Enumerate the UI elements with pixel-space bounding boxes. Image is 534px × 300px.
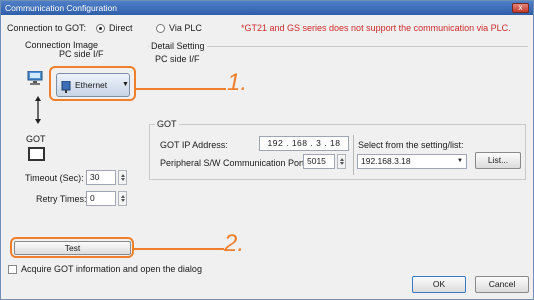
ip-part-4: 18: [330, 138, 341, 148]
via-plc-radio[interactable]: [156, 24, 165, 33]
acquire-label[interactable]: Acquire GOT information and open the dia…: [21, 264, 202, 274]
callout-box-ethernet: [49, 66, 136, 101]
timeout-spinner[interactable]: [118, 170, 127, 185]
communication-configuration-dialog: Communication Configuration x Connection…: [0, 0, 534, 300]
ip-select-value: 192.168.3.18: [361, 156, 411, 166]
acquire-checkbox[interactable]: [8, 265, 17, 274]
got-group: [149, 124, 526, 180]
pc-icon: [27, 70, 45, 85]
title-bar: Communication Configuration x: [1, 1, 533, 15]
cancel-button[interactable]: Cancel: [475, 276, 529, 293]
ip-dot: .: [324, 138, 328, 148]
port-spinner[interactable]: [337, 154, 346, 169]
direct-radio[interactable]: [96, 24, 105, 33]
port-input[interactable]: 5015: [303, 154, 335, 169]
callout-box-test: [10, 237, 134, 258]
ip-part-1: 192: [267, 138, 284, 148]
chevron-down-icon: ▼: [457, 158, 463, 164]
close-button[interactable]: x: [512, 3, 529, 13]
timeout-input[interactable]: 30: [86, 170, 116, 185]
callout-line-1: [136, 88, 226, 90]
connection-to-got-label: Connection to GOT:: [7, 23, 87, 33]
got-ip-input[interactable]: 192 . 168 . 3 . 18: [259, 136, 349, 151]
got-image-label: GOT: [26, 134, 46, 144]
detail-setting-label: Detail Setting: [149, 41, 207, 51]
timeout-label: Timeout (Sec):: [25, 173, 84, 183]
got-ip-label: GOT IP Address:: [160, 140, 228, 150]
list-button[interactable]: List...: [475, 152, 521, 169]
detail-pc-side-label: PC side I/F: [155, 54, 200, 64]
ip-part-3: 3: [316, 138, 322, 148]
callout-number-2: 2.: [224, 230, 245, 257]
pc-side-if-label: PC side I/F: [59, 49, 104, 59]
retry-spinner[interactable]: [118, 191, 127, 206]
vertical-arrow-icon: [34, 96, 42, 124]
ip-select-dropdown[interactable]: 192.168.3.18 ▼: [357, 154, 467, 169]
group-divider: [353, 135, 354, 175]
direct-label[interactable]: Direct: [109, 23, 133, 33]
ip-part-2: 168: [291, 138, 308, 148]
callout-line-2: [134, 248, 224, 250]
got-group-label: GOT: [155, 119, 179, 129]
select-from-list-label: Select from the setting/list:: [358, 140, 464, 150]
ip-dot: .: [310, 138, 314, 148]
port-label: Peripheral S/W Communication Port No.:: [160, 158, 324, 168]
retry-input[interactable]: 0: [86, 191, 116, 206]
window-title: Communication Configuration: [5, 3, 117, 13]
via-plc-label[interactable]: Via PLC: [169, 23, 202, 33]
got-screen-icon: [28, 147, 45, 161]
ip-dot: .: [286, 138, 289, 148]
callout-number-1: 1.: [227, 69, 248, 96]
via-plc-warning: *GT21 and GS series does not support the…: [241, 23, 511, 33]
retry-label: Retry Times:: [36, 194, 87, 204]
ok-button[interactable]: OK: [412, 276, 466, 293]
